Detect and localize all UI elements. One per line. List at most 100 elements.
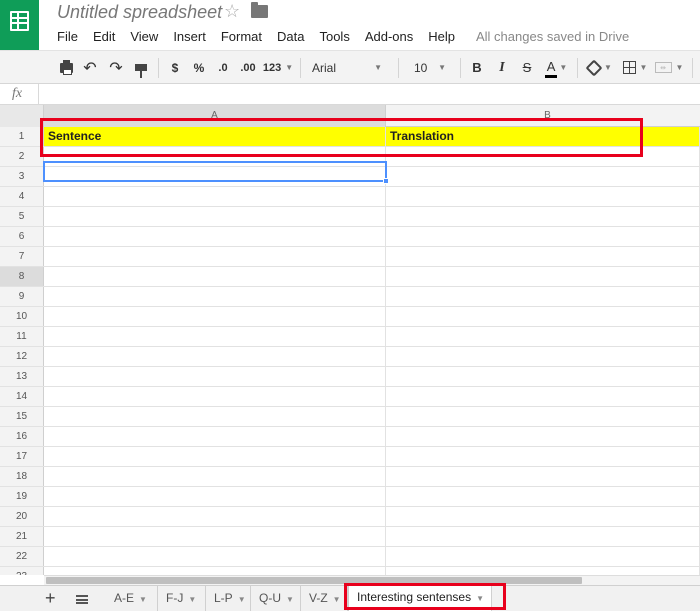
chevron-down-icon[interactable]: ▼ — [476, 594, 484, 603]
add-sheet-icon[interactable]: + — [45, 588, 56, 609]
cell-b14[interactable] — [386, 387, 700, 406]
cell-a2[interactable] — [44, 147, 386, 166]
increase-decimal-button[interactable]: .00 — [236, 51, 260, 84]
row-header[interactable]: 13 — [0, 367, 44, 386]
cell-a19[interactable] — [44, 487, 386, 506]
fill-color-button[interactable]: ▼ — [584, 51, 616, 84]
cell-a18[interactable] — [44, 467, 386, 486]
column-header-b[interactable]: B — [386, 105, 700, 127]
sheets-logo[interactable] — [0, 0, 39, 50]
cell-b23[interactable] — [386, 567, 700, 575]
paint-format-button[interactable] — [131, 51, 151, 84]
italic-button[interactable]: I — [493, 51, 511, 84]
row-header[interactable]: 4 — [0, 187, 44, 206]
currency-format-button[interactable]: $ — [166, 51, 184, 84]
row-header[interactable]: 5 — [0, 207, 44, 226]
star-icon[interactable]: ☆ — [224, 1, 240, 22]
menu-format[interactable]: Format — [221, 29, 262, 44]
cell-a5[interactable] — [44, 207, 386, 226]
cell-b16[interactable] — [386, 427, 700, 446]
select-all-corner[interactable] — [0, 105, 44, 127]
menu-insert[interactable]: Insert — [173, 29, 206, 44]
row-header[interactable]: 19 — [0, 487, 44, 506]
cell-a14[interactable] — [44, 387, 386, 406]
cell-b9[interactable] — [386, 287, 700, 306]
cell-a13[interactable] — [44, 367, 386, 386]
menu-view[interactable]: View — [130, 29, 158, 44]
row-header[interactable]: 22 — [0, 547, 44, 566]
cell-b12[interactable] — [386, 347, 700, 366]
borders-button[interactable]: ▼ — [620, 51, 650, 84]
cell-a22[interactable] — [44, 547, 386, 566]
menu-tools[interactable]: Tools — [319, 29, 349, 44]
cell-b19[interactable] — [386, 487, 700, 506]
cell-a23[interactable] — [44, 567, 386, 575]
strikethrough-button[interactable]: S — [518, 51, 536, 84]
doc-title[interactable]: Untitled spreadsheet — [57, 2, 222, 23]
menu-addons[interactable]: Add-ons — [365, 29, 413, 44]
print-button[interactable] — [56, 51, 76, 84]
cell-b7[interactable] — [386, 247, 700, 266]
row-header[interactable]: 9 — [0, 287, 44, 306]
row-header[interactable]: 11 — [0, 327, 44, 346]
cell-a20[interactable] — [44, 507, 386, 526]
sheet-tab-interesting-sentenses[interactable]: Interesting sentenses ▼ — [348, 585, 492, 611]
row-header[interactable]: 14 — [0, 387, 44, 406]
column-header-a[interactable]: A — [44, 105, 386, 127]
cell-b1[interactable]: Translation — [386, 127, 700, 146]
row-header[interactable]: 1 — [0, 127, 44, 146]
folder-icon[interactable] — [251, 2, 268, 18]
row-header[interactable]: 6 — [0, 227, 44, 246]
menu-edit[interactable]: Edit — [93, 29, 115, 44]
chevron-down-icon[interactable]: ▼ — [333, 595, 341, 604]
cell-a12[interactable] — [44, 347, 386, 366]
cell-b6[interactable] — [386, 227, 700, 246]
font-select[interactable]: Arial ▼ — [308, 51, 386, 84]
chevron-down-icon[interactable]: ▼ — [238, 595, 246, 604]
chevron-down-icon[interactable]: ▼ — [188, 595, 196, 604]
more-formats-button[interactable]: 123 ▼ — [262, 51, 294, 84]
cell-a15[interactable] — [44, 407, 386, 426]
row-header[interactable]: 10 — [0, 307, 44, 326]
row-header[interactable]: 23 — [0, 567, 44, 575]
cell-a4[interactable] — [44, 187, 386, 206]
row-header[interactable]: 18 — [0, 467, 44, 486]
row-header[interactable]: 3 — [0, 167, 44, 186]
font-size-select[interactable]: 10 ▼ — [410, 51, 450, 84]
cell-b22[interactable] — [386, 547, 700, 566]
percent-format-button[interactable]: % — [190, 51, 208, 84]
row-header[interactable]: 16 — [0, 427, 44, 446]
cell-a6[interactable] — [44, 227, 386, 246]
undo-button[interactable]: ↶ — [80, 51, 100, 84]
row-header[interactable]: 2 — [0, 147, 44, 166]
menu-help[interactable]: Help — [428, 29, 455, 44]
cell-b2[interactable] — [386, 147, 700, 166]
cell-a17[interactable] — [44, 447, 386, 466]
cell-b10[interactable] — [386, 307, 700, 326]
sheet-tab-q-u[interactable]: Q-U ▼ — [251, 586, 301, 611]
bold-button[interactable]: B — [468, 51, 486, 84]
cell-b5[interactable] — [386, 207, 700, 226]
cell-a10[interactable] — [44, 307, 386, 326]
formula-input[interactable] — [44, 84, 694, 104]
sheet-tab-f-j[interactable]: F-J ▼ — [158, 586, 206, 611]
cell-b3[interactable] — [386, 167, 700, 186]
cell-a7[interactable] — [44, 247, 386, 266]
cell-a8[interactable] — [44, 267, 386, 286]
merge-cells-button[interactable]: ⇹ ▼ — [652, 51, 686, 84]
cell-b18[interactable] — [386, 467, 700, 486]
cell-a11[interactable] — [44, 327, 386, 346]
cell-a9[interactable] — [44, 287, 386, 306]
row-header[interactable]: 17 — [0, 447, 44, 466]
cell-b11[interactable] — [386, 327, 700, 346]
cell-a16[interactable] — [44, 427, 386, 446]
row-header[interactable]: 20 — [0, 507, 44, 526]
scrollbar-thumb[interactable] — [46, 577, 582, 584]
cell-b8[interactable] — [386, 267, 700, 286]
cell-b4[interactable] — [386, 187, 700, 206]
row-header[interactable]: 8 — [0, 267, 44, 286]
chevron-down-icon[interactable]: ▼ — [286, 595, 294, 604]
cell-b13[interactable] — [386, 367, 700, 386]
menu-data[interactable]: Data — [277, 29, 304, 44]
row-header[interactable]: 12 — [0, 347, 44, 366]
